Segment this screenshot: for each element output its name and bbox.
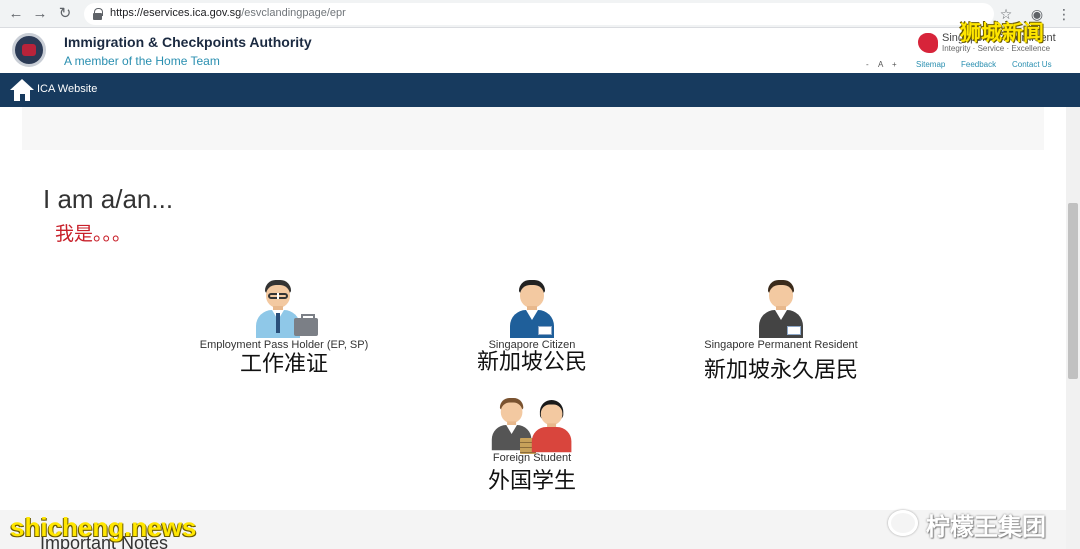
option-singapore-citizen[interactable]: Singapore Citizen 新加坡公民 [457, 280, 607, 375]
watermark-top: 狮城新闻 [960, 22, 1044, 45]
students-icon [490, 398, 574, 454]
page-heading-chinese: 我是。。。 [55, 224, 132, 245]
font-decrease-button[interactable]: - [866, 60, 869, 69]
option-singapore-permanent-resident[interactable]: Singapore Permanent Resident 新加坡永久居民 [690, 280, 872, 383]
lion-head-icon [918, 33, 938, 53]
watermark-bottom-right: 柠檬王集团 [926, 514, 1046, 541]
forward-arrow-icon[interactable]: → [30, 4, 50, 24]
citizen-icon [502, 280, 562, 338]
url-path: /esvclandingpage/epr [241, 7, 346, 19]
option-label: Singapore Permanent Resident [704, 339, 858, 351]
watermark-bottom-left: shicheng.news [10, 512, 197, 542]
feedback-link[interactable]: Feedback [961, 60, 996, 69]
org-subtitle: A member of the Home Team [64, 54, 220, 68]
top-banner-area [22, 107, 1044, 150]
site-header: Immigration & Checkpoints Authority A me… [0, 28, 1080, 73]
site-nav: ICA Website [0, 73, 1080, 107]
home-icon[interactable] [10, 79, 34, 101]
contact-us-link[interactable]: Contact Us [1012, 60, 1052, 69]
reload-icon[interactable]: ↻ [55, 4, 75, 24]
browser-toolbar: ← → ↻ https://eservices.ica.gov.sg/esvcl… [0, 0, 1080, 28]
option-label: Employment Pass Holder (EP, SP) [199, 339, 369, 351]
option-employment-pass-holder[interactable]: Employment Pass Holder (EP, SP) 工作准证 [183, 280, 385, 377]
url-host: https://eservices.ica.gov.sg [110, 7, 242, 19]
option-label-chinese: 工作准证 [239, 351, 328, 376]
menu-kebab-icon[interactable]: ⋮ [1054, 3, 1074, 25]
employee-with-briefcase-icon [254, 280, 318, 338]
scrollbar-thumb[interactable] [1068, 203, 1078, 379]
lock-icon [93, 8, 103, 20]
url-text: https://eservices.ica.gov.sg/esvclanding… [110, 7, 346, 19]
address-bar[interactable]: https://eservices.ica.gov.sg/esvclanding… [84, 3, 994, 25]
ica-website-link[interactable]: ICA Website [37, 83, 97, 95]
option-label-chinese: 外国学生 [487, 468, 576, 493]
org-title[interactable]: Immigration & Checkpoints Authority [64, 34, 312, 50]
page-heading: I am a/an... [43, 184, 174, 214]
option-label-chinese: 新加坡永久居民 [703, 357, 858, 382]
permanent-resident-icon [751, 280, 811, 338]
option-foreign-student[interactable]: Foreign Student 外国学生 [472, 398, 592, 494]
back-arrow-icon[interactable]: ← [6, 4, 26, 24]
sitemap-link[interactable]: Sitemap [916, 60, 945, 69]
font-increase-button[interactable]: + [892, 60, 897, 69]
font-size-label: A [878, 60, 884, 69]
ica-crest-logo[interactable] [12, 33, 46, 67]
option-label-chinese: 新加坡公民 [476, 349, 587, 374]
weibo-icon [888, 510, 918, 536]
